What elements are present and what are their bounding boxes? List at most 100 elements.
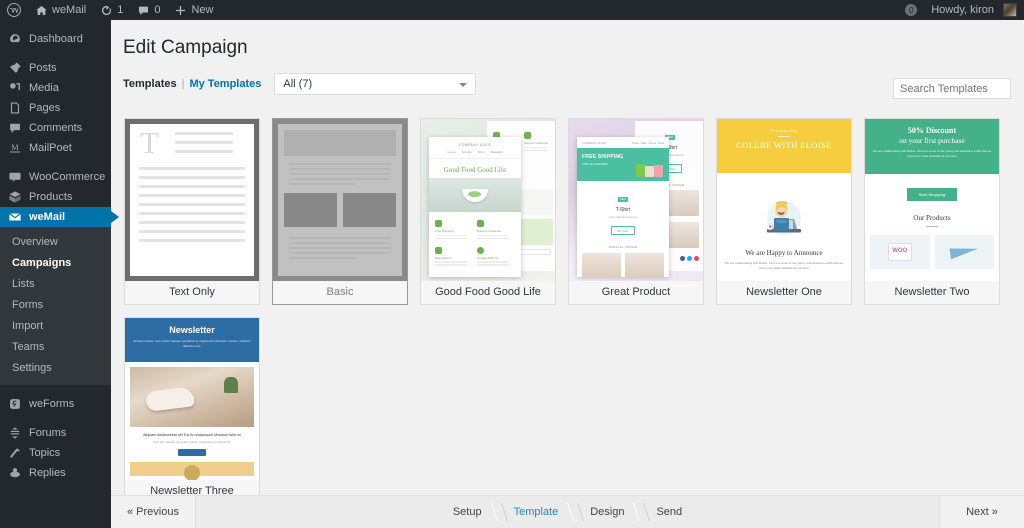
step-send[interactable]: Send	[642, 506, 696, 518]
preview-lines-bottom	[284, 237, 396, 259]
sidebar-item-dashboard[interactable]: Dashboard	[0, 29, 111, 49]
nav-item: Home	[447, 150, 456, 154]
new-content-menu[interactable]: New	[167, 0, 220, 20]
buy-now-button: Buy Now	[611, 226, 635, 235]
sidebar-item-comments[interactable]: Comments	[0, 118, 111, 138]
sidebar-item-label: Comments	[29, 121, 83, 134]
template-card-newsletter-three[interactable]: Newsletter Aenean massa. Cum sociis nato…	[124, 317, 260, 504]
template-card-newsletter-two[interactable]: 50% Discount on your first purchase We a…	[864, 118, 1000, 305]
nav-item: Rewards	[490, 150, 503, 154]
sidebar-item-woocommerce[interactable]: WooCommerce	[0, 167, 111, 187]
notifications-badge[interactable]: 0	[898, 0, 924, 20]
step-setup[interactable]: Setup	[439, 506, 496, 518]
sidebar-item-pages[interactable]: Pages	[0, 98, 111, 118]
template-card-basic[interactable]: Basic	[272, 118, 408, 305]
preview-front-page: COMPANY LOGO Shop Sale Home New FREE SHI…	[577, 137, 669, 277]
template-card-great-product[interactable]: NEW T-Shirt New collection arrived Buy N…	[568, 118, 704, 305]
site-name-menu[interactable]: weMail	[28, 0, 93, 20]
pages-icon	[10, 102, 20, 114]
template-category-select[interactable]: All (7)	[274, 72, 477, 95]
next-button[interactable]: Next »	[940, 496, 1024, 528]
sidebar-item-weforms[interactable]: weForms	[0, 394, 111, 414]
steps-list: Setup Template Design Send	[439, 506, 696, 518]
comment-icon	[10, 123, 20, 133]
template-thumbnail: 50% Discount on your first purchase We a…	[865, 119, 999, 281]
sneaker-photo	[130, 367, 254, 427]
page-title: Edit Campaign	[123, 37, 248, 58]
preview-lines	[175, 132, 245, 153]
preview-body: ≈ We are Happy to Announce We are collab…	[717, 173, 851, 281]
submenu-item-overview[interactable]: Overview	[0, 232, 111, 253]
preview-photo	[429, 178, 521, 212]
menu-spacer	[0, 414, 111, 423]
sidebar-item-topics[interactable]: Topics	[0, 443, 111, 463]
brand-label: COMPANY LOGO	[458, 143, 492, 147]
template-card-text-only[interactable]: T Text Only	[124, 118, 260, 305]
preview-product: NEW T-Shirt New collection arrived Buy N…	[577, 181, 669, 239]
feature-heading: Free Shipping	[435, 229, 454, 233]
step-template[interactable]: Template	[500, 506, 573, 518]
post-meta: Post date: 2019-11-02 | Author: admin | …	[153, 441, 231, 444]
submenu-item-campaigns[interactable]: Campaigns	[0, 253, 111, 274]
sidebar-item-media[interactable]: Media	[0, 78, 111, 98]
sidebar-item-label: Posts	[29, 61, 57, 74]
preview-front-page: COMPANY LOGO Home Service Shop Rewards G…	[429, 137, 521, 277]
tab-templates[interactable]: Templates	[123, 78, 177, 90]
preview-products: WOO	[865, 227, 999, 269]
sidebar-item-label: Media	[29, 81, 59, 94]
avatar	[1003, 3, 1017, 17]
preview-products: Printed dress Dress	[577, 249, 669, 277]
account-menu[interactable]: Howdy, kiron	[924, 0, 1024, 20]
submenu-item-lists[interactable]: Lists	[0, 274, 111, 295]
nav-item: Shop	[477, 150, 485, 154]
sidebar-item-forums[interactable]: Forums	[0, 423, 111, 443]
woo-logo-icon: WOO	[887, 243, 912, 261]
presenting-label: Presenting	[770, 128, 798, 133]
wizard-footer: « Previous Setup Template Design Send Ne…	[111, 495, 1024, 528]
banner-subtitle: FOR ALL ORDERS	[582, 162, 608, 166]
sidebar-item-label: weForms	[29, 397, 75, 410]
template-card-newsletter-one[interactable]: Presenting COLLBE WITH ELOISE ≈ We are H…	[716, 118, 852, 305]
template-label: Great Product	[569, 281, 703, 304]
submenu-item-import[interactable]: Import	[0, 316, 111, 337]
woocommerce-icon	[9, 172, 21, 182]
previous-button[interactable]: « Previous	[111, 496, 195, 528]
sidebar-item-wemail[interactable]: weMail	[0, 207, 119, 227]
forums-icon	[10, 427, 20, 439]
sidebar-item-replies[interactable]: Replies	[0, 463, 111, 483]
notification-count: 0	[905, 4, 918, 16]
template-label: Newsletter Two	[865, 281, 999, 304]
preview-title: COLLBE WITH ELOISE	[736, 140, 832, 150]
submenu-item-settings[interactable]: Settings	[0, 358, 111, 379]
feature-heading: Support Customer	[477, 229, 502, 233]
template-label: Text Only	[125, 281, 259, 304]
submenu-item-forms[interactable]: Forms	[0, 295, 111, 316]
sidebar-item-mailpoet[interactable]: M MailPoet	[0, 138, 111, 158]
menu-spacer	[0, 49, 111, 58]
letter-t-icon: T	[140, 125, 159, 160]
template-card-good-food-good-life[interactable]: Free Shipping Support Customer Contact W…	[420, 118, 556, 305]
menu-spacer	[0, 20, 111, 29]
tab-my-templates[interactable]: My Templates	[189, 78, 261, 90]
submenu-item-teams[interactable]: Teams	[0, 337, 111, 358]
site-name-label: weMail	[52, 4, 87, 16]
comments-menu[interactable]: 0	[130, 0, 167, 20]
nav-labels: Shop Sale Home New	[631, 141, 664, 145]
search-input[interactable]	[893, 78, 1011, 99]
shopping-bags-icon	[636, 157, 666, 177]
products-box-icon	[9, 191, 21, 203]
template-label: Basic	[273, 281, 407, 304]
sidebar-item-products[interactable]: Products	[0, 187, 111, 207]
wordpress-logo-button[interactable]	[0, 0, 28, 20]
sidebar-item-label: WooCommerce	[29, 170, 106, 183]
preview-hero-block	[284, 130, 396, 156]
step-design[interactable]: Design	[576, 506, 638, 518]
goodfood-preview: Free Shipping Support Customer Contact W…	[421, 119, 555, 281]
template-label: Newsletter One	[717, 281, 851, 304]
updates-count: 1	[117, 4, 124, 16]
sidebar-item-posts[interactable]: Posts	[0, 58, 111, 78]
mailpoet-icon: M	[10, 143, 20, 153]
updates-menu[interactable]: 1	[93, 0, 130, 20]
preview-body: Aliquam Adolescebat ubi Tric ts conspicu…	[125, 362, 259, 480]
envelope-icon	[9, 213, 21, 221]
